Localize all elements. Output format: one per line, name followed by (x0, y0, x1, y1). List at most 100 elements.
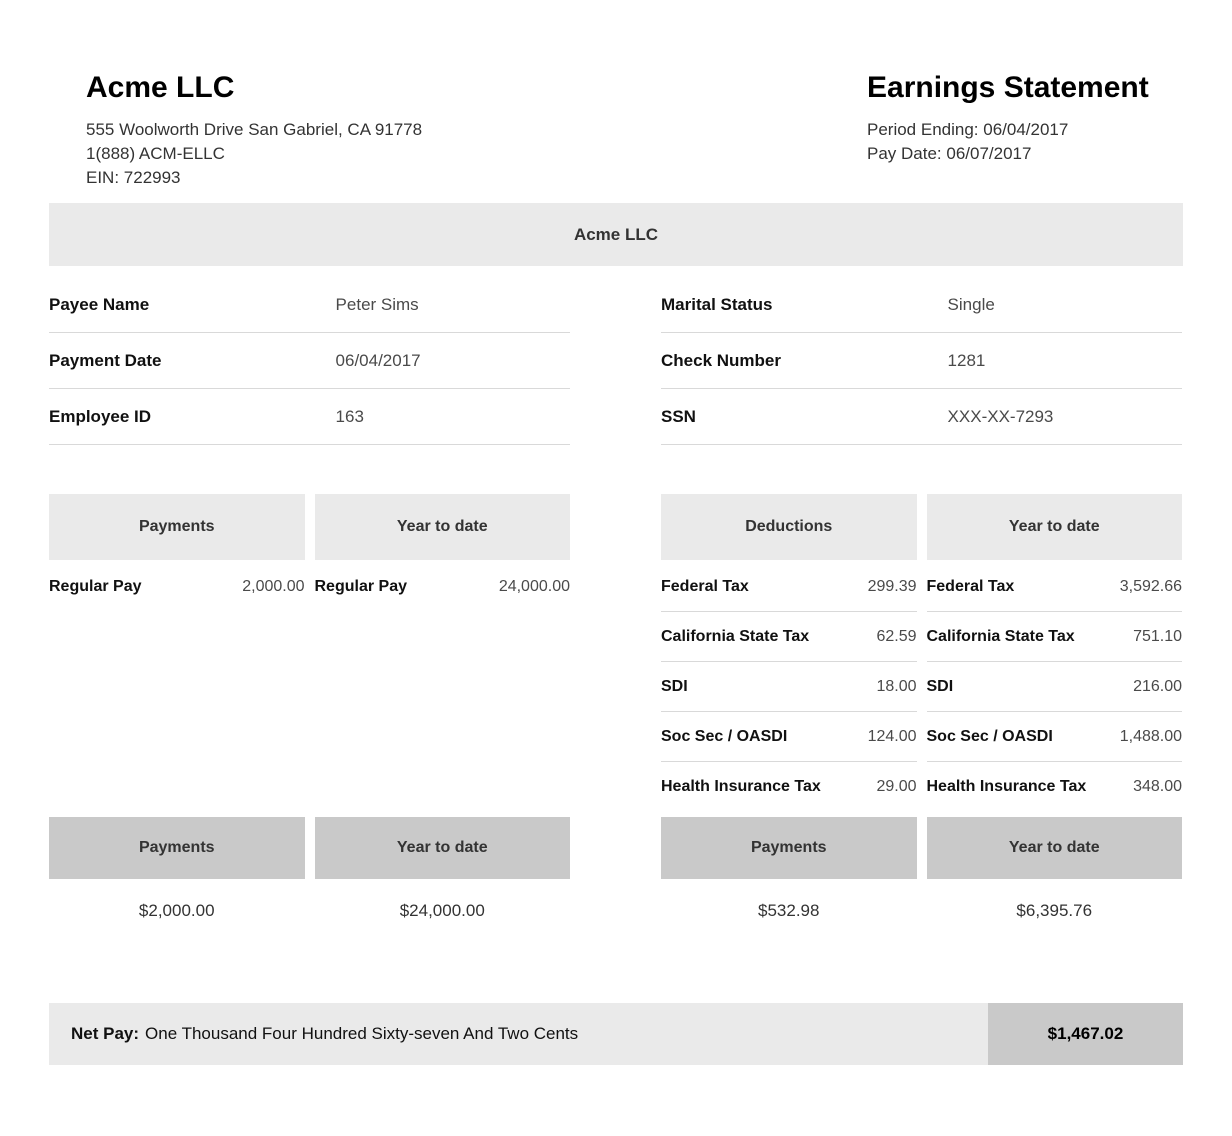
payments-totals: Payments Year to date $2,000.00 $24,000.… (49, 811, 570, 921)
info-value: Peter Sims (336, 295, 419, 314)
info-row-check-number: Check Number 1281 (661, 333, 1182, 389)
info-value: Single (948, 295, 995, 314)
payments-total-ytd: $24,000.00 (315, 901, 571, 921)
payments-table-headers: Payments Year to date (49, 494, 570, 560)
info-label: Payee Name (49, 295, 336, 314)
row-label: Soc Sec / OASDI (661, 727, 787, 746)
info-row-payment-date: Payment Date 06/04/2017 (49, 333, 570, 389)
row-label: California State Tax (661, 627, 809, 646)
table-row: Regular Pay 2,000.00 (49, 562, 305, 611)
row-value: 124.00 (868, 727, 917, 746)
row-label: Soc Sec / OASDI (927, 727, 1053, 746)
info-value: XXX-XX-7293 (948, 407, 1054, 426)
info-label: Payment Date (49, 351, 336, 370)
payments-totals-ytd-header: Year to date (315, 817, 571, 879)
statement-title: Earnings Statement (867, 70, 1183, 106)
deductions-total-current: $532.98 (661, 901, 917, 921)
period-ending: Period Ending: 06/04/2017 (867, 118, 1183, 142)
deductions-current-subtable: Federal Tax 299.39 California State Tax … (661, 562, 917, 811)
info-row-payee-name: Payee Name Peter Sims (49, 277, 570, 333)
company-header-block: Acme LLC 555 Woolworth Drive San Gabriel… (49, 70, 867, 190)
info-label: Marital Status (661, 295, 948, 314)
info-row-marital-status: Marital Status Single (661, 277, 1182, 333)
row-label: SDI (927, 677, 954, 696)
company-name-bar: Acme LLC (49, 203, 1183, 266)
row-value: 1,488.00 (1120, 727, 1182, 746)
net-pay-bar: Net Pay: One Thousand Four Hundred Sixty… (49, 1003, 1183, 1065)
row-label: Regular Pay (49, 577, 141, 596)
row-label: Regular Pay (315, 577, 407, 596)
table-row: Health Insurance Tax 348.00 (927, 761, 1183, 811)
pay-date: Pay Date: 06/07/2017 (867, 142, 1183, 166)
deductions-table-body: Federal Tax 299.39 California State Tax … (661, 562, 1182, 811)
payments-ytd-header: Year to date (315, 494, 571, 560)
deductions-totals-headers: Payments Year to date (661, 817, 1182, 879)
table-row: SDI 18.00 (661, 661, 917, 711)
payments-current-subtable: Regular Pay 2,000.00 (49, 562, 305, 611)
deductions-column: Deductions Year to date Federal Tax 299.… (661, 494, 1182, 921)
payments-totals-headers: Payments Year to date (49, 817, 570, 879)
payments-totals-values: $2,000.00 $24,000.00 (49, 901, 570, 921)
deductions-table-headers: Deductions Year to date (661, 494, 1182, 560)
row-label: Health Insurance Tax (661, 777, 821, 796)
net-pay-words: One Thousand Four Hundred Sixty-seven An… (145, 1024, 578, 1044)
row-label: SDI (661, 677, 688, 696)
row-label: California State Tax (927, 627, 1075, 646)
company-name-title: Acme LLC (86, 70, 867, 106)
deductions-totals: Payments Year to date $532.98 $6,395.76 (661, 811, 1182, 921)
earnings-statement-page: Acme LLC 555 Woolworth Drive San Gabriel… (0, 0, 1232, 1136)
statement-header-block: Earnings Statement Period Ending: 06/04/… (867, 70, 1183, 190)
info-label: SSN (661, 407, 948, 426)
info-value: 163 (336, 407, 364, 426)
row-value: 62.59 (876, 627, 916, 646)
row-value: 18.00 (876, 677, 916, 696)
company-address: 555 Woolworth Drive San Gabriel, CA 9177… (86, 118, 867, 142)
payments-column: Payments Year to date Regular Pay 2,000.… (49, 494, 570, 921)
row-value: 299.39 (868, 577, 917, 596)
table-row: Health Insurance Tax 29.00 (661, 761, 917, 811)
info-row-ssn: SSN XXX-XX-7293 (661, 389, 1182, 445)
row-label: Federal Tax (927, 577, 1015, 596)
company-phone: 1(888) ACM-ELLC (86, 142, 867, 166)
table-row: California State Tax 62.59 (661, 611, 917, 661)
employee-info-right-column: Marital Status Single Check Number 1281 … (661, 277, 1182, 445)
employee-info-left-column: Payee Name Peter Sims Payment Date 06/04… (49, 277, 570, 445)
table-row: Federal Tax 299.39 (661, 562, 917, 611)
row-value: 216.00 (1133, 677, 1182, 696)
deductions-totals-ytd-header: Year to date (927, 817, 1183, 879)
info-value: 06/04/2017 (336, 351, 421, 370)
row-label: Federal Tax (661, 577, 749, 596)
net-pay-amount: $1,467.02 (988, 1003, 1183, 1065)
payments-ytd-subtable: Regular Pay 24,000.00 (315, 562, 571, 611)
row-value: 348.00 (1133, 777, 1182, 796)
company-ein: EIN: 722993 (86, 166, 867, 190)
employee-info-section: Payee Name Peter Sims Payment Date 06/04… (49, 277, 1183, 445)
deductions-header: Deductions (661, 494, 917, 560)
tables-section: Payments Year to date Regular Pay 2,000.… (49, 494, 1183, 921)
row-label: Health Insurance Tax (927, 777, 1087, 796)
table-row: SDI 216.00 (927, 661, 1183, 711)
deductions-totals-header: Payments (661, 817, 917, 879)
payments-header: Payments (49, 494, 305, 560)
deductions-totals-values: $532.98 $6,395.76 (661, 901, 1182, 921)
table-row: Federal Tax 3,592.66 (927, 562, 1183, 611)
row-value: 29.00 (876, 777, 916, 796)
info-label: Check Number (661, 351, 948, 370)
info-label: Employee ID (49, 407, 336, 426)
row-value: 3,592.66 (1120, 577, 1182, 596)
payments-table-body: Regular Pay 2,000.00 Regular Pay 24,000.… (49, 562, 570, 611)
deductions-total-ytd: $6,395.76 (927, 901, 1183, 921)
deductions-ytd-header: Year to date (927, 494, 1183, 560)
payments-total-current: $2,000.00 (49, 901, 305, 921)
table-row: Soc Sec / OASDI 1,488.00 (927, 711, 1183, 761)
net-pay-text: Net Pay: One Thousand Four Hundred Sixty… (49, 1003, 988, 1065)
row-value: 751.10 (1133, 627, 1182, 646)
row-value: 2,000.00 (242, 577, 304, 596)
net-pay-label: Net Pay: (71, 1024, 139, 1044)
row-value: 24,000.00 (499, 577, 570, 596)
document-header: Acme LLC 555 Woolworth Drive San Gabriel… (49, 0, 1183, 190)
info-value: 1281 (948, 351, 986, 370)
info-row-employee-id: Employee ID 163 (49, 389, 570, 445)
table-row: Regular Pay 24,000.00 (315, 562, 571, 611)
table-row: Soc Sec / OASDI 124.00 (661, 711, 917, 761)
